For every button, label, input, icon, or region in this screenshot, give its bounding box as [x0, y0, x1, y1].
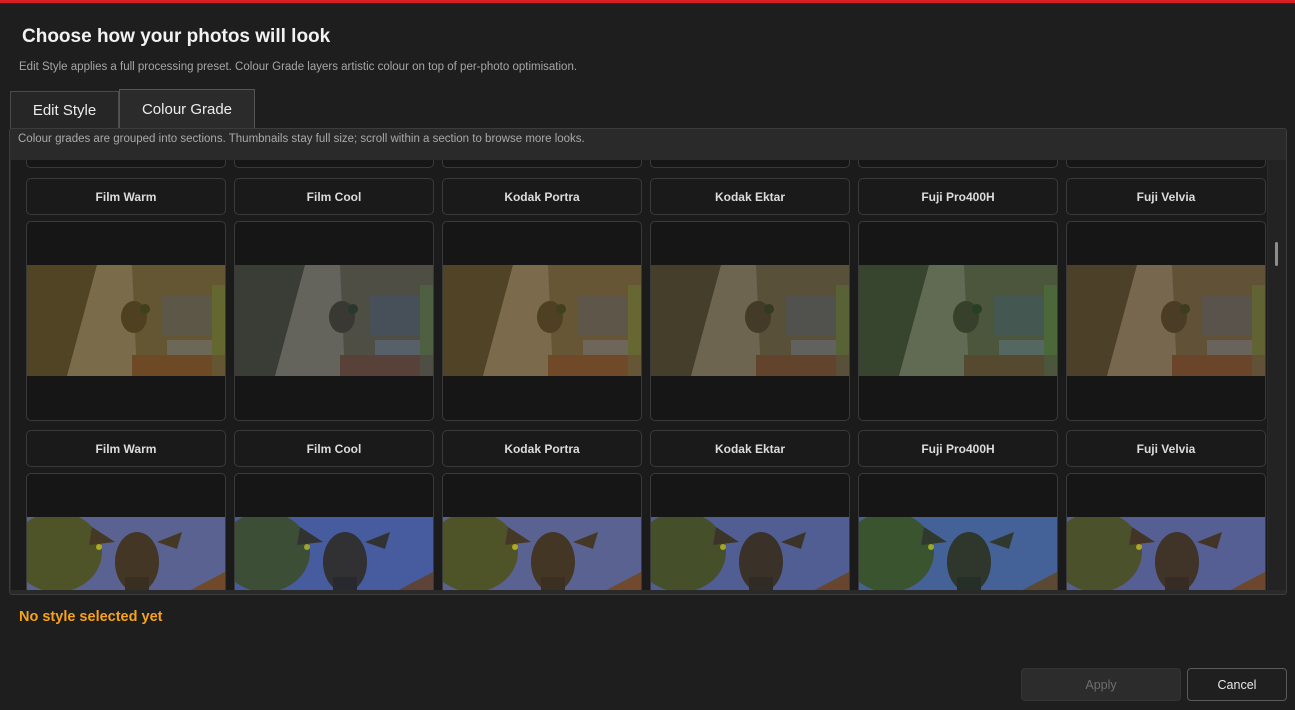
grade-thumbnail-partial[interactable]: [442, 160, 642, 168]
grade-thumbnail-partial[interactable]: [1066, 160, 1266, 168]
duck-sample-photo: [651, 265, 849, 376]
grade-label[interactable]: Kodak Ektar: [650, 430, 850, 467]
grade-thumbnail-partial[interactable]: [26, 160, 226, 168]
colour-grade-panel: Colour grades are grouped into sections.…: [9, 128, 1287, 595]
window-accent-bar: [0, 0, 1295, 3]
grade-thumbnail[interactable]: [858, 473, 1058, 590]
cancel-button[interactable]: Cancel: [1187, 668, 1287, 701]
goat-sample-photo: [27, 517, 225, 590]
grade-label[interactable]: Kodak Ektar: [650, 178, 850, 215]
dialog-subtitle: Edit Style applies a full processing pre…: [19, 61, 578, 73]
goat-sample-photo: [443, 517, 641, 590]
scrollbar-thumb[interactable]: [1275, 242, 1278, 266]
tab-colour-grade[interactable]: Colour Grade: [119, 89, 255, 129]
goat-sample-photo: [1067, 517, 1265, 590]
grade-label[interactable]: Film Cool: [234, 430, 434, 467]
grade-thumbnail[interactable]: [1066, 473, 1266, 590]
grade-label[interactable]: Fuji Velvia: [1066, 178, 1266, 215]
grade-thumbnail[interactable]: [234, 473, 434, 590]
grade-thumbnail[interactable]: [442, 473, 642, 590]
grade-thumbnail[interactable]: [26, 221, 226, 421]
grade-grid[interactable]: Film Warm Film Cool Kodak Portra Kodak Ekta…: [11, 160, 1267, 590]
grade-thumbnail-partial[interactable]: [650, 160, 850, 168]
duck-sample-photo: [443, 265, 641, 376]
selection-status: No style selected yet: [19, 609, 163, 625]
grade-thumbnail[interactable]: [858, 221, 1058, 421]
grade-thumbnail[interactable]: [1066, 221, 1266, 421]
duck-sample-photo: [27, 265, 225, 376]
dialog-title: Choose how your photos will look: [22, 26, 331, 47]
grade-label[interactable]: Fuji Pro400H: [858, 430, 1058, 467]
panel-hint: Colour grades are grouped into sections.…: [18, 133, 585, 145]
tab-edit-style[interactable]: Edit Style: [10, 91, 119, 129]
apply-button[interactable]: Apply: [1021, 668, 1181, 701]
grade-thumbnail-partial[interactable]: [234, 160, 434, 168]
goat-sample-photo: [859, 517, 1057, 590]
duck-sample-photo: [235, 265, 433, 376]
grade-thumbnail-partial[interactable]: [858, 160, 1058, 168]
grade-label[interactable]: Fuji Velvia: [1066, 430, 1266, 467]
grade-label[interactable]: Film Warm: [26, 430, 226, 467]
scrollbar[interactable]: [1268, 160, 1286, 590]
duck-sample-photo: [859, 265, 1057, 376]
goat-sample-photo: [235, 517, 433, 590]
goat-sample-photo: [651, 517, 849, 590]
grade-thumbnail[interactable]: [650, 221, 850, 421]
grade-label[interactable]: Kodak Portra: [442, 430, 642, 467]
grade-label[interactable]: Fuji Pro400H: [858, 178, 1058, 215]
duck-sample-photo: [1067, 265, 1265, 376]
grade-label[interactable]: Film Warm: [26, 178, 226, 215]
grade-thumbnail[interactable]: [442, 221, 642, 421]
grade-thumbnail[interactable]: [650, 473, 850, 590]
grade-thumbnail[interactable]: [234, 221, 434, 421]
grade-thumbnail[interactable]: [26, 473, 226, 590]
grade-label[interactable]: Film Cool: [234, 178, 434, 215]
grade-label[interactable]: Kodak Portra: [442, 178, 642, 215]
